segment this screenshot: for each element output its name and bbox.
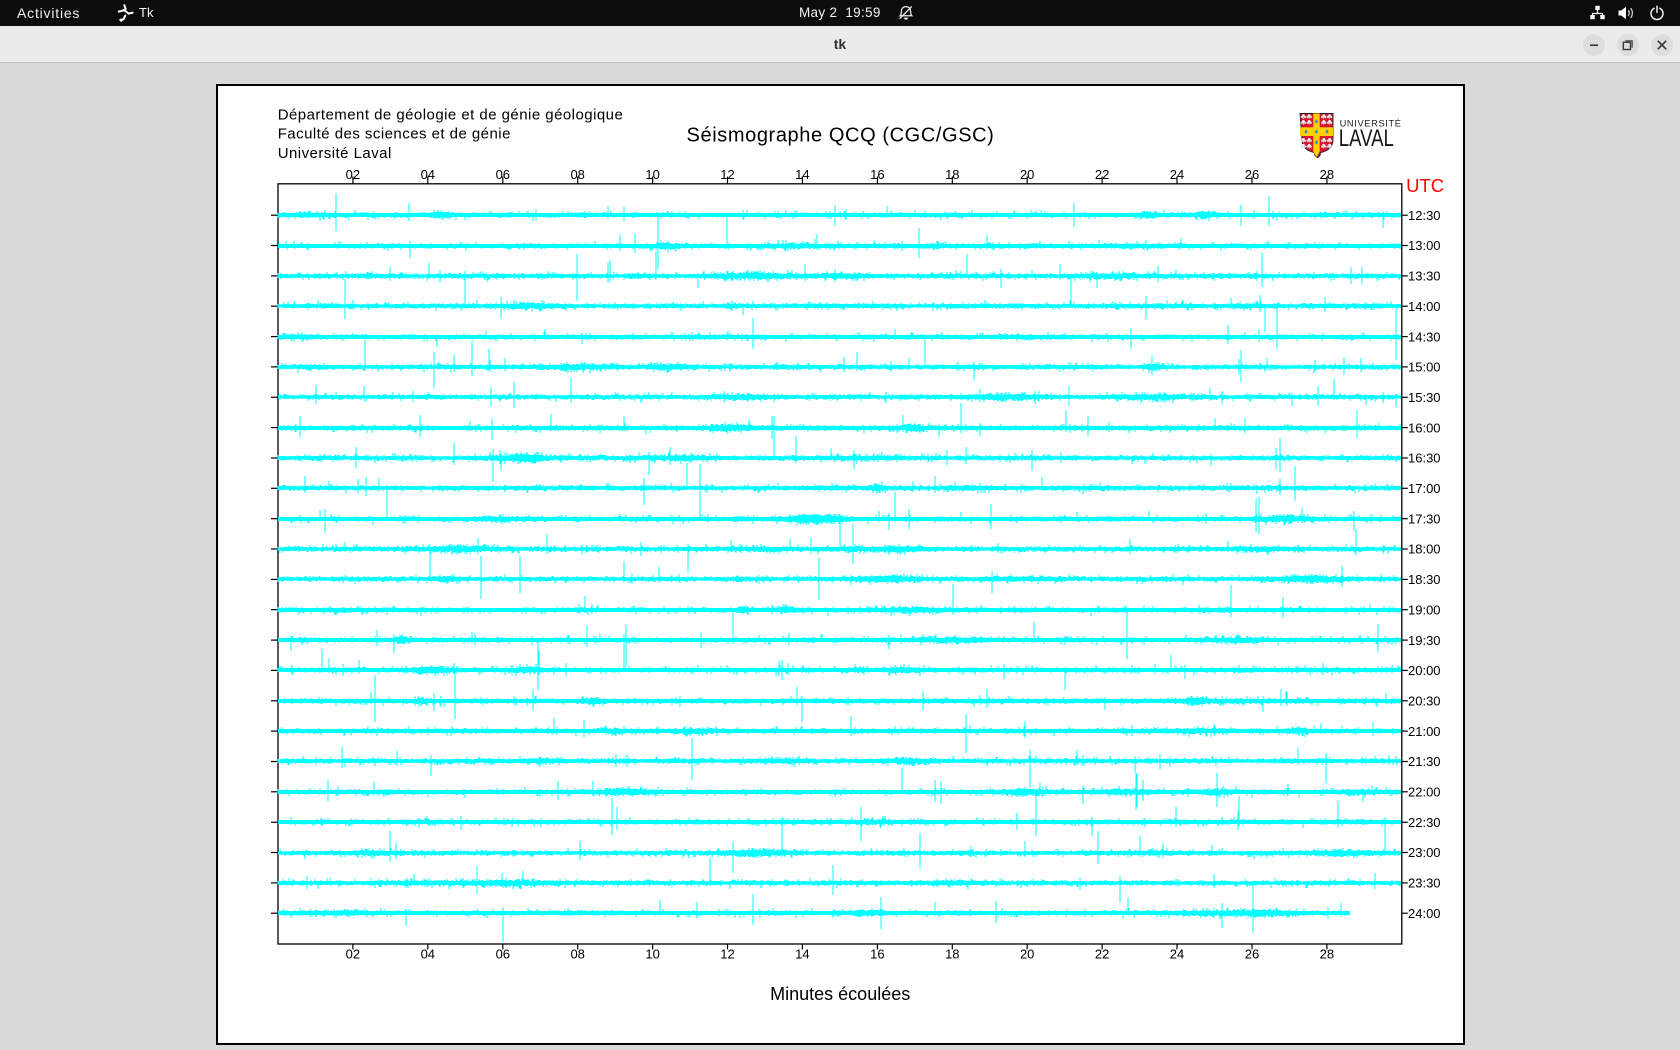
svg-text:18:00: 18:00 [1408, 542, 1441, 557]
svg-text:14:00: 14:00 [1408, 299, 1441, 314]
svg-text:04: 04 [420, 167, 434, 182]
svg-text:20:30: 20:30 [1408, 694, 1441, 709]
svg-text:14: 14 [795, 947, 809, 962]
svg-text:13:00: 13:00 [1408, 238, 1441, 253]
svg-text:18: 18 [945, 167, 959, 182]
svg-text:12: 12 [720, 947, 734, 962]
svg-text:14:30: 14:30 [1408, 329, 1441, 344]
svg-text:24: 24 [1169, 167, 1183, 182]
svg-text:10: 10 [645, 947, 659, 962]
svg-text:08: 08 [570, 167, 584, 182]
svg-text:16: 16 [870, 947, 884, 962]
svg-text:24: 24 [1169, 947, 1183, 962]
svg-text:12: 12 [720, 167, 734, 182]
svg-text:Département de géologie et de: Département de géologie et de génie géol… [277, 106, 623, 123]
svg-text:26: 26 [1244, 947, 1258, 962]
svg-text:06: 06 [495, 167, 509, 182]
svg-text:Faculté des sciences et de gén: Faculté des sciences et de génie [277, 126, 510, 143]
svg-text:22:00: 22:00 [1408, 785, 1441, 800]
svg-text:24:00: 24:00 [1408, 906, 1441, 921]
svg-text:18:30: 18:30 [1408, 572, 1441, 587]
svg-text:28: 28 [1319, 947, 1333, 962]
svg-text:21:00: 21:00 [1408, 724, 1441, 739]
svg-text:16: 16 [870, 167, 884, 182]
svg-text:Minutes écoulées: Minutes écoulées [770, 984, 910, 1004]
svg-text:06: 06 [495, 947, 509, 962]
svg-text:20: 20 [1019, 947, 1033, 962]
svg-text:15:30: 15:30 [1408, 390, 1441, 405]
svg-text:Université Laval: Université Laval [277, 145, 391, 162]
svg-text:14: 14 [795, 167, 809, 182]
svg-text:22: 22 [1094, 167, 1108, 182]
svg-text:21:30: 21:30 [1408, 754, 1441, 769]
svg-text:02: 02 [345, 167, 359, 182]
svg-text:23:30: 23:30 [1408, 876, 1441, 891]
svg-text:08: 08 [570, 947, 584, 962]
svg-text:02: 02 [345, 947, 359, 962]
svg-text:LAVAL: LAVAL [1338, 125, 1393, 152]
svg-text:17:30: 17:30 [1408, 511, 1441, 526]
svg-text:26: 26 [1244, 167, 1258, 182]
svg-text:17:00: 17:00 [1408, 481, 1441, 496]
svg-text:20:00: 20:00 [1408, 663, 1441, 678]
svg-text:20: 20 [1019, 167, 1033, 182]
svg-text:UTC: UTC [1406, 175, 1444, 196]
svg-text:12:30: 12:30 [1408, 208, 1441, 223]
svg-text:04: 04 [420, 947, 434, 962]
svg-text:19:30: 19:30 [1408, 633, 1441, 648]
svg-text:19:00: 19:00 [1408, 602, 1441, 617]
svg-text:15:00: 15:00 [1408, 360, 1441, 375]
svg-text:22:30: 22:30 [1408, 815, 1441, 830]
svg-text:18: 18 [945, 947, 959, 962]
svg-text:28: 28 [1319, 167, 1333, 182]
svg-text:13:30: 13:30 [1408, 269, 1441, 284]
svg-text:22: 22 [1094, 947, 1108, 962]
svg-text:23:00: 23:00 [1408, 845, 1441, 860]
svg-text:Séismographe QCQ (CGC/GSC): Séismographe QCQ (CGC/GSC) [686, 124, 994, 146]
svg-text:16:30: 16:30 [1408, 451, 1441, 466]
svg-text:10: 10 [645, 167, 659, 182]
svg-text:16:00: 16:00 [1408, 420, 1441, 435]
